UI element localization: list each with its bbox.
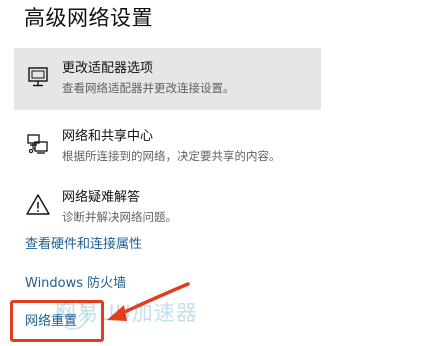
network-sharing-center-item[interactable]: 网络和共享中心 根据所连接到的网络，决定要共享的内容。 (14, 116, 321, 178)
warning-icon (24, 191, 52, 219)
network-share-icon (24, 130, 52, 158)
monitor-icon (24, 62, 52, 90)
network-troubleshooter-title: 网络疑难解答 (62, 190, 141, 205)
network-troubleshooter-description: 诊断并解决网络问题。 (62, 210, 177, 224)
network-sharing-center-title: 网络和共享中心 (62, 129, 154, 144)
network-troubleshooter-item[interactable]: 网络疑难解答 诊断并解决网络问题。 (14, 177, 321, 239)
change-adapter-options-item[interactable]: 更改适配器选项 查看网络适配器并更改连接设置。 (14, 48, 321, 110)
windows-firewall-link[interactable]: Windows 防火墙 (25, 275, 126, 293)
network-sharing-center-description: 根据所连接到的网络，决定要共享的内容。 (62, 149, 281, 163)
settings-page: 高级网络设置 更改适配器选项 查看网络适配器并更改连接设置。 网络和共享中心 根… (0, 0, 421, 346)
annotation-highlight-box (10, 300, 104, 342)
page-title: 高级网络设置 (24, 6, 153, 30)
change-adapter-options-title: 更改适配器选项 (62, 61, 154, 76)
view-hardware-properties-link[interactable]: 查看硬件和连接属性 (25, 236, 142, 254)
change-adapter-options-description: 查看网络适配器并更改连接设置。 (62, 81, 235, 95)
